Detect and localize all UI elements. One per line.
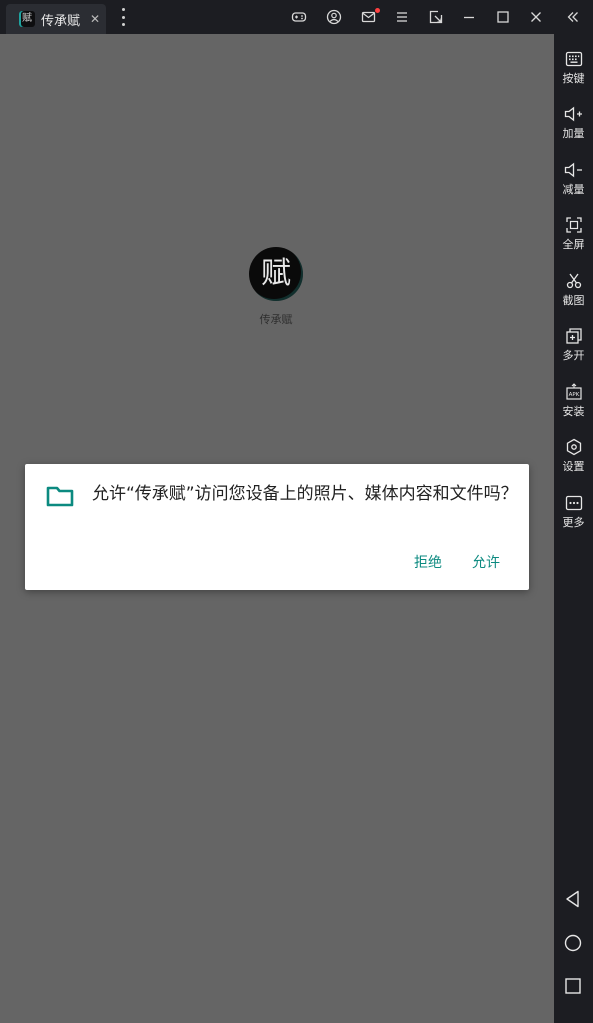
folder-icon — [46, 486, 74, 507]
app-tab[interactable]: 赋 传承赋 ✕ — [6, 4, 106, 34]
title-bar: 赋 传承赋 ✕ — [0, 0, 593, 34]
more-icon — [565, 495, 582, 511]
window-pin-icon[interactable] — [428, 9, 444, 25]
sidebar-item-label: 减量 — [562, 183, 585, 196]
deny-button[interactable]: 拒绝 — [414, 552, 442, 572]
tab-app-icon: 赋 — [19, 11, 35, 27]
maximize-icon[interactable] — [495, 9, 511, 25]
menu-icon[interactable] — [394, 9, 410, 25]
settings-icon — [566, 438, 581, 456]
sidebar-item-volume-up[interactable]: 加量 — [554, 105, 593, 141]
tab-menu-icon[interactable] — [118, 8, 128, 26]
sidebar-item-more[interactable]: 更多 — [554, 494, 593, 530]
sidebar-item-label: 截图 — [562, 294, 585, 307]
app-label: 传承赋 — [259, 313, 293, 326]
mail-badge — [375, 8, 380, 13]
back-icon[interactable] — [563, 889, 583, 909]
sidebar-item-label: 全屏 — [562, 238, 585, 251]
allow-button[interactable]: 允许 — [472, 552, 500, 572]
keyboard-icon — [565, 51, 582, 67]
fullscreen-icon — [565, 217, 582, 233]
scissors-icon — [566, 273, 581, 289]
sidebar-item-keymap[interactable]: 按键 — [554, 50, 593, 86]
sidebar-item-volume-down[interactable]: 减量 — [554, 161, 593, 197]
permission-dialog: 允许“传承赋”访问您设备上的照片、媒体内容和文件吗？ 拒绝 允许 — [25, 464, 529, 590]
svg-text:APK: APK — [568, 392, 579, 398]
multi-instance-icon — [565, 328, 582, 344]
app-icon[interactable]: 赋 — [249, 247, 303, 301]
sidebar-item-settings[interactable]: 设置 — [554, 438, 593, 474]
sidebar-item-label: 设置 — [562, 460, 585, 473]
side-toolbar: 按键 加量 减量 全屏 截图 多开 APK 安装 设置 更多 — [554, 34, 593, 1023]
volume-down-icon — [564, 162, 582, 178]
gamepad-icon[interactable] — [291, 9, 307, 25]
sidebar-item-multi-instance[interactable]: 多开 — [554, 327, 593, 363]
sidebar-item-label: 安装 — [562, 405, 585, 418]
recents-icon[interactable] — [563, 976, 583, 996]
close-icon[interactable] — [528, 9, 544, 25]
account-icon[interactable] — [326, 9, 342, 25]
sidebar-item-label: 更多 — [562, 516, 585, 529]
tab-title: 传承赋 — [41, 13, 81, 29]
tab-close-icon[interactable]: ✕ — [90, 12, 100, 26]
home-icon[interactable] — [563, 933, 583, 953]
sidebar-item-screenshot[interactable]: 截图 — [554, 272, 593, 308]
minimize-icon[interactable] — [461, 9, 477, 25]
sidebar-item-label: 加量 — [562, 127, 585, 140]
sidebar-item-label: 多开 — [562, 349, 585, 362]
sidebar-item-label: 按键 — [562, 72, 585, 85]
sidebar-item-fullscreen[interactable]: 全屏 — [554, 216, 593, 252]
permission-message: 允许“传承赋”访问您设备上的照片、媒体内容和文件吗？ — [92, 484, 518, 504]
sidebar-item-install-apk[interactable]: APK 安装 — [554, 383, 593, 419]
apk-install-icon: APK — [565, 383, 582, 400]
collapse-panel-icon[interactable] — [565, 9, 581, 25]
volume-up-icon — [564, 106, 582, 122]
